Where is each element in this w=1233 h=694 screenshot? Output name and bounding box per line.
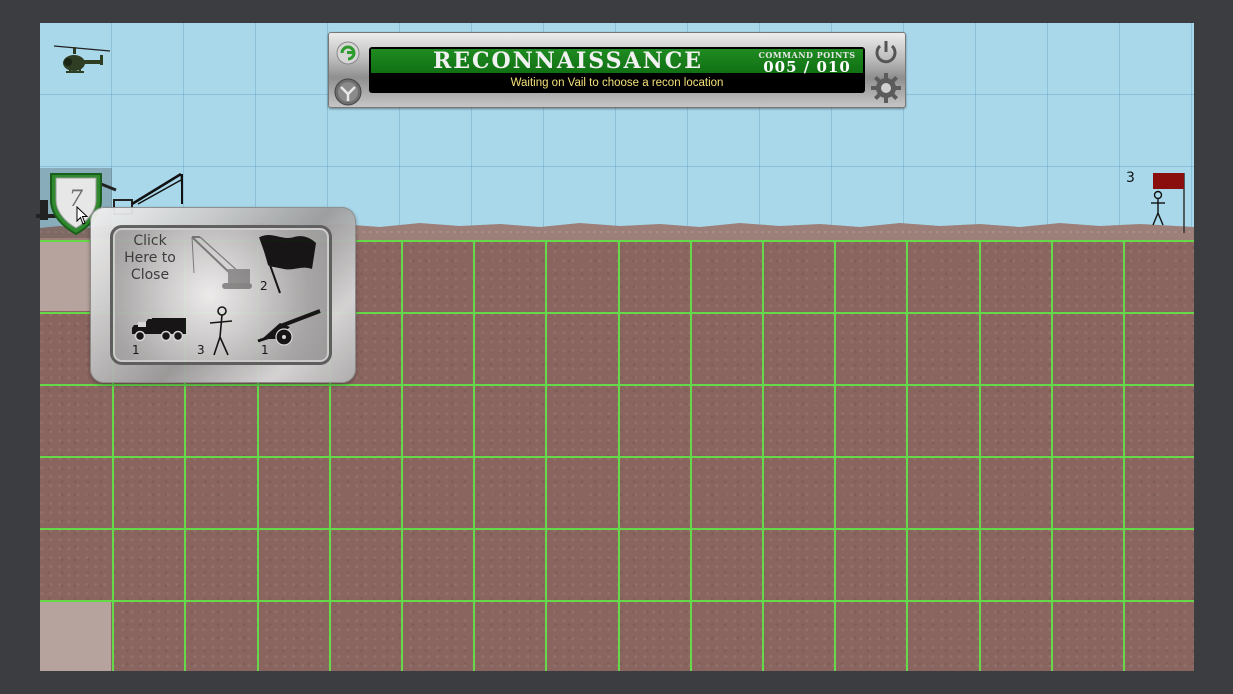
- phase-title-bar: RECONNAISSANCE COMMAND POINTS 005 / 010: [371, 48, 863, 76]
- hud-panel: RECONNAISSANCE COMMAND POINTS 005 / 010 …: [328, 32, 906, 108]
- refresh-icon[interactable]: [335, 40, 361, 66]
- grid-line-horizontal: [40, 384, 1194, 386]
- menu-chevron-icon[interactable]: [333, 77, 363, 107]
- truck-count: 1: [132, 343, 140, 357]
- crane-icon[interactable]: [188, 233, 254, 295]
- unit-popup: Click Here to Close 2 1 3 1: [90, 207, 356, 383]
- phase-banner: RECONNAISSANCE COMMAND POINTS 005 / 010 …: [369, 47, 865, 93]
- soldier-icon[interactable]: [206, 305, 236, 359]
- truck-icon[interactable]: [130, 315, 188, 343]
- helicopter-icon: [53, 45, 111, 73]
- grid-line-horizontal: [40, 600, 1194, 602]
- mouse-cursor-icon: [76, 206, 89, 225]
- gear-icon[interactable]: [870, 72, 902, 104]
- enemy-flag-icon[interactable]: [1144, 171, 1188, 233]
- phase-title: RECONNAISSANCE: [432, 48, 704, 74]
- enemy-unit-count: 3: [1126, 170, 1135, 186]
- grid-line-horizontal: [40, 528, 1194, 530]
- command-points-value: 005 / 010: [763, 58, 851, 76]
- grid-line-horizontal: [40, 456, 1194, 458]
- status-message: Waiting on Vail to choose a recon locati…: [510, 77, 724, 89]
- power-icon[interactable]: [872, 38, 900, 66]
- artillery-icon[interactable]: [256, 309, 322, 347]
- close-popup-button[interactable]: Click Here to Close: [115, 233, 185, 295]
- revealed-cell: [40, 601, 111, 671]
- flag-count: 2: [260, 279, 268, 293]
- artillery-count: 1: [261, 343, 269, 357]
- soldier-count: 3: [197, 343, 205, 357]
